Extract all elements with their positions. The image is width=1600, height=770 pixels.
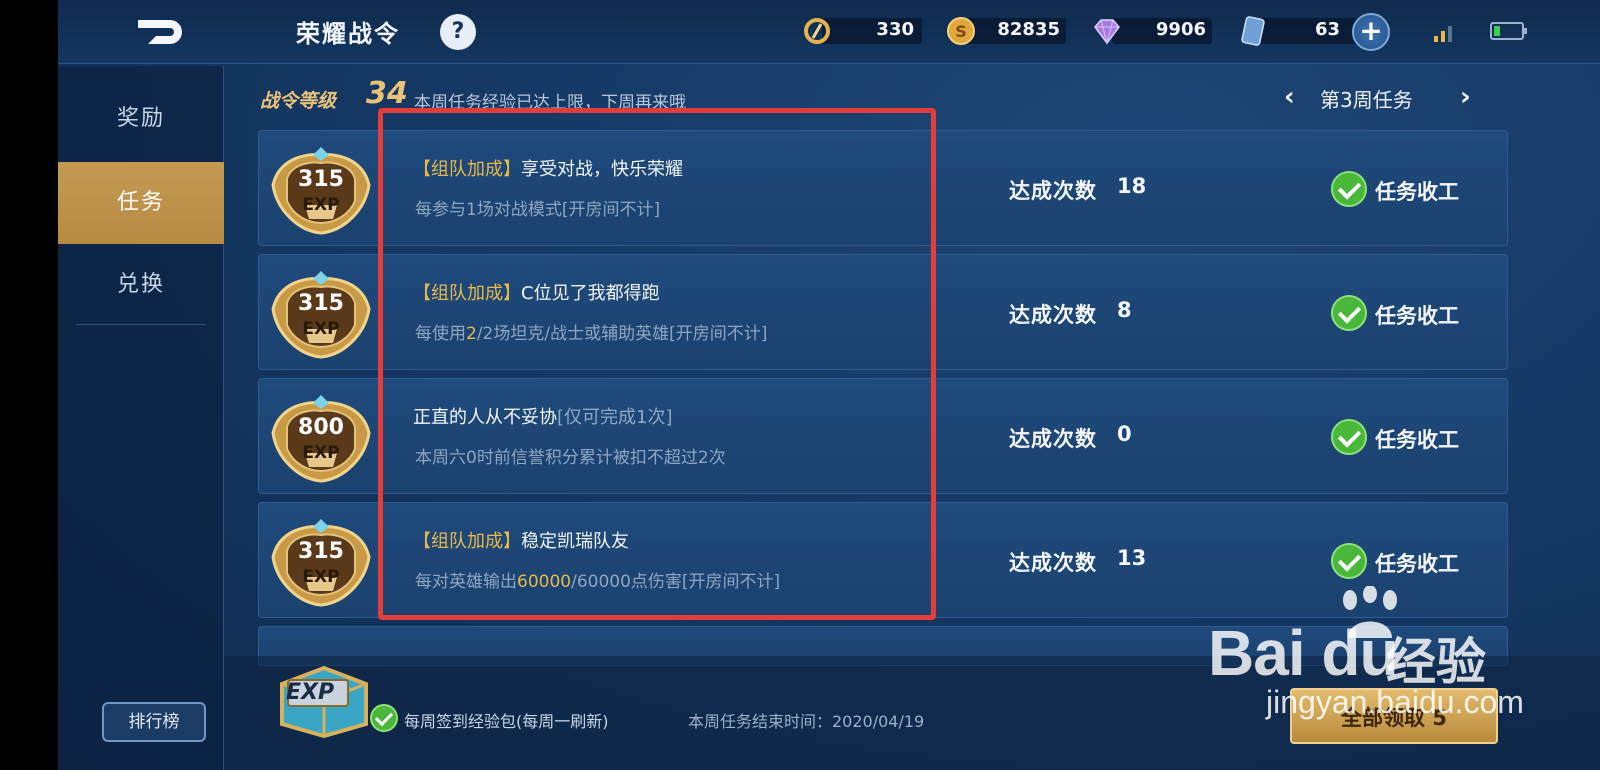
exp-badge: 800 EXP bbox=[269, 393, 373, 485]
battle-pass-screen: 荣耀战令 ? 330 S 82835 9906 63 + 奖励 任务 兑换 排行… bbox=[58, 0, 1600, 770]
exp-badge: 315 EXP bbox=[269, 517, 373, 609]
completion-count-label: 达成次数 bbox=[1009, 179, 1097, 203]
task-status-label: 任务收工 bbox=[1375, 180, 1459, 204]
battery-icon bbox=[1490, 22, 1527, 40]
completion-count-label: 达成次数 bbox=[1009, 551, 1097, 575]
exp-badge: 315 EXP bbox=[269, 145, 373, 237]
exp-chest[interactable]: EXP bbox=[274, 662, 374, 739]
exp-unit: EXP bbox=[302, 195, 340, 215]
claim-all-button[interactable]: 全部领取 5 bbox=[1290, 688, 1498, 744]
week-end-time: 本周任务结束时间：2020/04/19 bbox=[688, 712, 925, 731]
completion-count: 13 bbox=[1117, 546, 1147, 570]
leaderboard-button[interactable]: 排行榜 bbox=[102, 702, 206, 742]
top-bar: 荣耀战令 ? 330 S 82835 9906 63 + bbox=[58, 0, 1600, 64]
gold-coin-icon: S bbox=[947, 17, 975, 45]
checkmark-icon bbox=[1331, 543, 1367, 579]
exp-unit: EXP bbox=[302, 319, 340, 339]
exp-amount: 315 bbox=[298, 539, 344, 564]
resource-voucher: 63 bbox=[1238, 16, 1358, 46]
signal-icon bbox=[1434, 26, 1452, 42]
weekly-checkin-label: 每周签到经验包(每周一刷新) bbox=[404, 712, 609, 731]
resource-gold-coin: S 82835 bbox=[946, 16, 1066, 46]
add-currency-button[interactable]: + bbox=[1352, 13, 1390, 51]
sidebar: 奖励 任务 兑换 bbox=[58, 66, 224, 770]
checkmark-icon bbox=[1331, 295, 1367, 331]
prev-week-button[interactable]: ‹ bbox=[1284, 82, 1295, 112]
task-status-label: 任务收工 bbox=[1375, 304, 1459, 328]
voucher-card-icon bbox=[1241, 16, 1265, 46]
exp-amount: 315 bbox=[298, 291, 344, 316]
red-annotation-box bbox=[378, 108, 936, 620]
completion-count: 18 bbox=[1117, 174, 1147, 198]
completion-count: 0 bbox=[1117, 422, 1132, 446]
completion-count-label: 达成次数 bbox=[1009, 427, 1097, 451]
claim-all-label: 全部领取 5 bbox=[1341, 706, 1447, 730]
resource-diamond: 9906 bbox=[1092, 16, 1212, 46]
diamond-icon bbox=[1094, 19, 1120, 45]
badge-coin-value: 330 bbox=[876, 19, 914, 40]
badge-coin-icon bbox=[804, 18, 830, 44]
exp-badge: 315 EXP bbox=[269, 269, 373, 361]
voucher-value: 63 bbox=[1314, 19, 1340, 40]
checkmark-icon bbox=[1331, 419, 1367, 455]
pass-level-value: 34 bbox=[366, 76, 408, 111]
sidebar-divider bbox=[76, 324, 206, 325]
back-button[interactable] bbox=[134, 14, 192, 50]
sidebar-item-exchange[interactable]: 兑换 bbox=[58, 244, 224, 326]
resource-badge-coin: 330 bbox=[802, 16, 922, 46]
completion-count-label: 达成次数 bbox=[1009, 303, 1097, 327]
checkmark-icon bbox=[1331, 171, 1367, 207]
svg-text:S: S bbox=[955, 22, 967, 41]
exp-amount: 315 bbox=[298, 167, 344, 192]
page-title: 荣耀战令 bbox=[296, 20, 400, 48]
diamond-value: 9906 bbox=[1155, 19, 1206, 40]
exp-amount: 800 bbox=[298, 415, 344, 440]
gold-coin-value: 82835 bbox=[997, 19, 1060, 40]
next-week-button[interactable]: › bbox=[1460, 82, 1471, 112]
exp-unit: EXP bbox=[302, 443, 340, 463]
exp-unit: EXP bbox=[302, 567, 340, 587]
back-arrow-icon bbox=[138, 20, 182, 44]
pass-level-label: 战令等级 bbox=[260, 90, 337, 112]
left-letterbox bbox=[0, 0, 58, 770]
sidebar-item-rewards[interactable]: 奖励 bbox=[58, 78, 224, 160]
help-button[interactable]: ? bbox=[440, 14, 476, 50]
completion-count: 8 bbox=[1117, 298, 1132, 322]
week-label: 第3周任务 bbox=[1320, 88, 1413, 112]
checkin-complete-icon bbox=[370, 704, 398, 732]
task-status-label: 任务收工 bbox=[1375, 552, 1459, 576]
task-status-label: 任务收工 bbox=[1375, 428, 1459, 452]
chest-exp-label: EXP bbox=[286, 680, 335, 705]
sidebar-item-tasks[interactable]: 任务 bbox=[58, 162, 224, 244]
week-navigator: ‹ 第3周任务 › bbox=[1284, 82, 1480, 112]
